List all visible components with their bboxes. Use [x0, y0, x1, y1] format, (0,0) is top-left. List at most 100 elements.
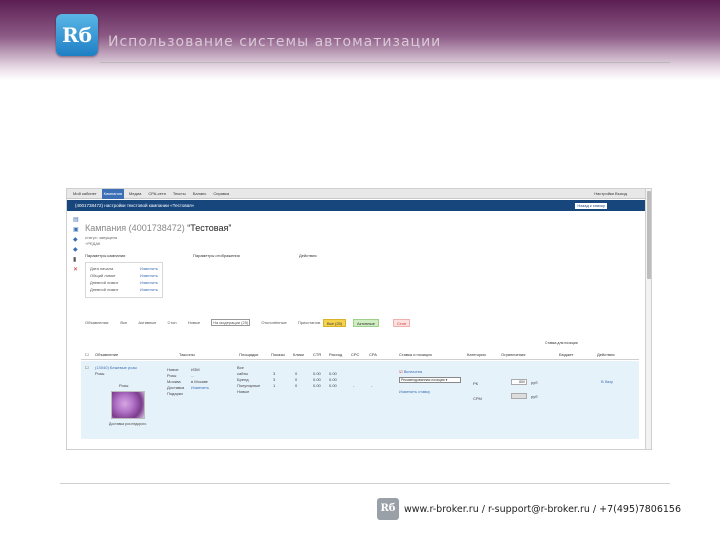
table-row: ☐ (13040) Бежевые розы Розы Розы Доставк… [81, 361, 639, 439]
filter-tab[interactable]: Активные [138, 320, 156, 325]
filter-tab[interactable]: Новые [188, 320, 200, 325]
trash-icon[interactable]: ▮ [73, 255, 81, 265]
col-header: Показы [271, 352, 285, 357]
param-label: Дата начала [90, 266, 114, 271]
taxon-edit-link[interactable]: Изменить [191, 385, 209, 391]
param-label: Дневной лимит [90, 280, 119, 285]
diamond-icon[interactable]: ◆ [73, 235, 81, 245]
menu-item[interactable]: Мой кабинет [71, 189, 99, 199]
campaign-title: Кампания (4001738472) “Тестовая” [85, 223, 231, 233]
campaign-link[interactable]: +РЕДАК [85, 241, 117, 247]
cpa-value: - [371, 383, 373, 388]
col-header: CPA [369, 352, 377, 357]
limit-input[interactable]: 850 [511, 379, 527, 385]
platform-list: Все сайты Бренд Популярные Новые [237, 365, 260, 395]
param-edit-link[interactable]: Изменить [140, 265, 158, 272]
section-params: Параметры кампании [85, 253, 126, 258]
menu-item[interactable]: Справка [211, 189, 231, 199]
col-header: Площадки [239, 352, 259, 357]
back-to-list-button[interactable]: Назад к списку [575, 203, 607, 209]
limit-input-empty[interactable] [511, 393, 527, 399]
slide-title: Использование системы автоматизации [108, 34, 442, 50]
section-display: Параметры отображения [193, 253, 240, 258]
status-link[interactable]: Включена [404, 369, 422, 374]
active-ads-button[interactable]: Активные [353, 319, 379, 327]
ads-table-header: ☐ Объявление Таксоны Площадки Показы Кли… [81, 349, 639, 360]
nav-title: (4001738472) настройки текстовой кампани… [75, 203, 195, 208]
status-toggle[interactable]: ☑ Включена [399, 369, 422, 374]
ad-photo [111, 391, 145, 419]
stop-ads-button[interactable]: Стоп [393, 319, 411, 327]
nav-title-bar: (4001738472) настройки текстовой кампани… [67, 200, 651, 211]
all-ads-button[interactable]: Все (25) [323, 319, 347, 327]
footer-contacts: www.r-broker.ru / r-support@r-broker.ru … [404, 504, 682, 515]
spend-value: 0.00 [329, 383, 337, 388]
ctr-value: 0.00 [313, 383, 321, 388]
category-value: CPM [473, 396, 482, 401]
col-header: CPC [351, 352, 360, 357]
filter-tab[interactable]: Все [120, 320, 127, 325]
rb-logo: Rб [56, 14, 98, 56]
menu-item[interactable]: Тексты [171, 189, 188, 199]
filter-label: Объявления: [85, 320, 110, 325]
filter-tab[interactable]: Стоп [168, 320, 177, 325]
footer-logo: Rб [377, 498, 399, 520]
col-header: CTR [313, 352, 322, 357]
scrollbar[interactable] [645, 189, 651, 449]
ad-filter-row: Объявления: Все Активные Стоп Новые На м… [85, 319, 331, 326]
bid-position-select[interactable]: Рекомендованная позиция ▾ [399, 377, 461, 383]
select-all-checkbox[interactable]: ☐ [85, 352, 89, 357]
top-menu-bar: Мой кабинет Кампании Медиа СРА-сети Текс… [67, 189, 651, 199]
menu-item[interactable]: СРА-сети [146, 189, 167, 199]
clicks-col: 0 0 0 [295, 371, 297, 389]
action-link[interactable]: В базу [601, 379, 613, 384]
menu-item[interactable]: Медиа [127, 189, 143, 199]
category-value: РК [473, 381, 478, 386]
user-links[interactable]: Настройки Выход [594, 189, 627, 199]
param-label: Дневной лимит [90, 287, 119, 292]
col-header: Таксоны [179, 352, 195, 357]
col-header: Действия [597, 352, 615, 357]
param-edit-link[interactable]: Изменить [140, 279, 158, 286]
col-header: Объявление [95, 352, 119, 357]
col-header: Расход [329, 352, 343, 357]
ad-subtitle: Розы [95, 371, 105, 376]
app-screenshot: Мой кабинет Кампании Медиа СРА-сети Текс… [66, 188, 652, 450]
platform: Новые [237, 389, 250, 394]
filter-tab[interactable]: Отклонённые [261, 320, 286, 325]
param-edit-link[interactable]: Изменить [140, 272, 158, 279]
change-bid-link[interactable]: Изменить ставку [399, 389, 430, 394]
filter-tab[interactable]: На модерации (25) [211, 319, 251, 326]
bid-position-header: Ставка для позиции [545, 341, 578, 345]
main-menu: Мой кабинет Кампании Медиа СРА-сети Текс… [71, 189, 231, 199]
col-header: Бюджет [559, 352, 574, 357]
divider [60, 483, 670, 484]
taxon-list: Новое Розы Москва Доставка Подарки [167, 367, 184, 397]
close-icon[interactable]: ✕ [73, 265, 81, 275]
campaign-name: “Тестовая” [187, 223, 232, 233]
scrollbar-thumb[interactable] [647, 191, 651, 279]
ctr-col: 0.00 0.00 0.00 [313, 371, 321, 389]
row-checkbox[interactable]: ☐ [85, 365, 89, 370]
menu-item[interactable]: Баланс [191, 189, 209, 199]
diamond-icon[interactable]: ◆ [73, 245, 81, 255]
save-icon[interactable]: ▣ [73, 225, 81, 235]
col-header: Клики [293, 352, 304, 357]
photo-caption: Доставка роз недорого [109, 422, 147, 426]
params-box: Дата начала Изменить Общий лимит Изменить … [85, 262, 163, 298]
clicks-value: 0 [295, 383, 298, 388]
menu-item-active[interactable]: Кампании [101, 189, 125, 199]
col-header: Ставка и позиция [399, 352, 432, 357]
param-label: Общий лимит [90, 273, 116, 278]
taxon-values: ИЗМ ... в Москве Изменить [191, 367, 209, 391]
ad-sub-label: Розы [119, 383, 129, 388]
ad-title[interactable]: (13040) Бежевые розы [95, 365, 137, 370]
param-edit-link[interactable]: Изменить [140, 286, 158, 293]
select-value: Рекомендованная позиция [401, 378, 445, 382]
spend-col: 0.00 0.00 0.00 [329, 371, 337, 389]
doc-icon[interactable]: ▤ [73, 215, 81, 225]
cpc-value: - [353, 383, 355, 388]
filter-tab[interactable]: Приостанов. [298, 320, 321, 325]
limit-unit: руб [531, 380, 538, 385]
campaign-id: Кампания (4001738472) [85, 223, 185, 233]
